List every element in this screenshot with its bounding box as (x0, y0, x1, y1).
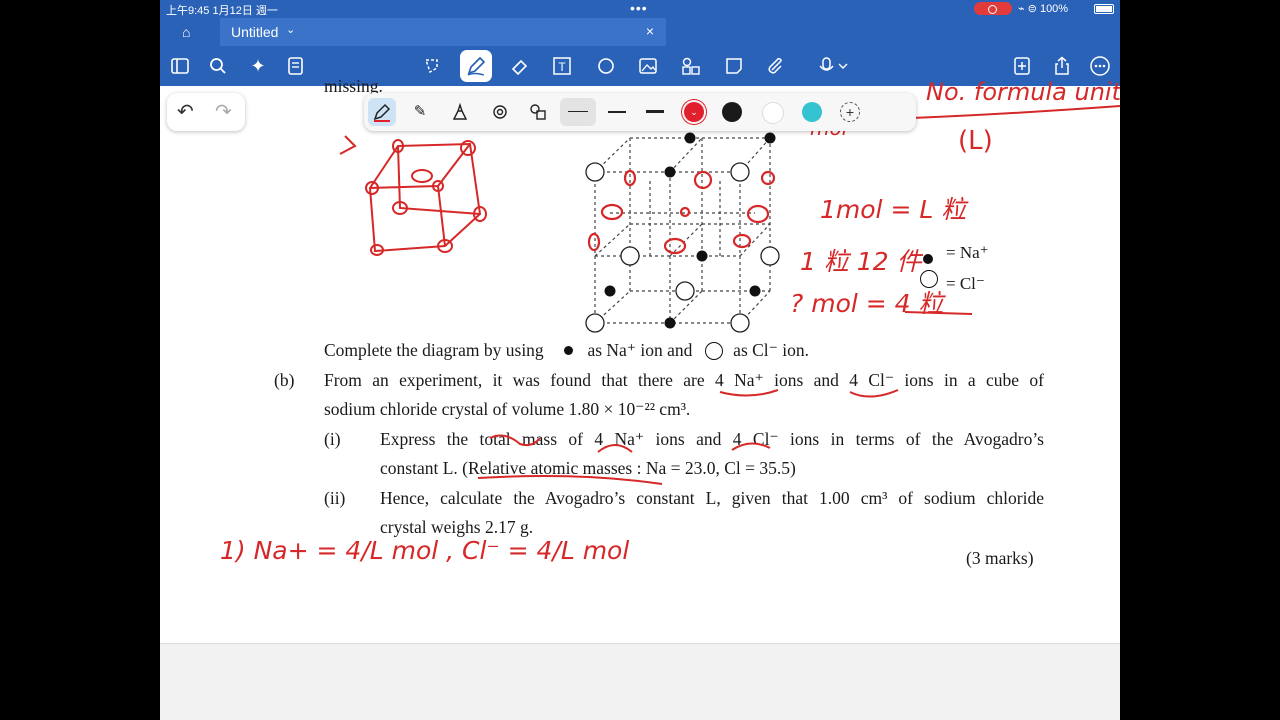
tab-bar: ⌂ Untitled ⌄ × (160, 18, 1120, 46)
shape-icon[interactable] (592, 52, 620, 80)
app-screen: 上午9:45 1月12日 週一 ••• ⌁ ⊜ 100% ⌂ Untitled … (160, 0, 1120, 720)
sticky-note-icon[interactable] (720, 52, 748, 80)
close-tab-icon[interactable]: × (646, 23, 654, 39)
document-page[interactable]: missing. = Na⁺ = Cl⁻ Complete the diagra… (160, 76, 1120, 643)
add-page-icon[interactable] (1008, 52, 1036, 80)
status-time: 上午9:45 1月12日 週一 (166, 5, 278, 17)
color-white-swatch[interactable] (762, 102, 784, 124)
gray-canvas-below (160, 643, 1120, 720)
pen-icon[interactable] (460, 50, 492, 82)
undo-icon[interactable]: ↶ (177, 99, 194, 124)
chevron-down-icon[interactable]: ⌄ (286, 23, 295, 36)
add-color-icon[interactable]: + (840, 102, 860, 122)
stroke-thick-option[interactable] (646, 110, 664, 113)
fine-pen-icon[interactable] (368, 98, 396, 126)
multitask-dots[interactable]: ••• (630, 0, 648, 16)
laser-pointer-icon[interactable] (486, 98, 514, 126)
lasso-icon[interactable] (418, 52, 446, 80)
status-right: ⌁ ⊜ 100% (1018, 3, 1069, 15)
chevron-down-icon: ⌄ (690, 107, 698, 117)
stroke-thin-option[interactable] (560, 98, 596, 126)
hw-underlines (477, 105, 1120, 485)
eraser-icon[interactable] (506, 52, 534, 80)
color-red-swatch[interactable]: ⌄ (684, 102, 704, 122)
search-icon[interactable] (204, 52, 232, 80)
home-icon[interactable]: ⌂ (182, 24, 190, 40)
note-icon[interactable] (282, 52, 310, 80)
handwritten-notes: No. formula unit mol (L) 1mol = L 粒 1 粒 … (160, 78, 1120, 643)
undo-redo-panel: ↶ ↷ (167, 93, 245, 131)
status-bar: 上午9:45 1月12日 週一 ••• ⌁ ⊜ 100% (160, 0, 1120, 18)
tab-title: Untitled (231, 24, 279, 40)
svg-text:T: T (558, 60, 566, 74)
shape-pen-icon[interactable] (524, 98, 552, 126)
screen-record-icon[interactable] (974, 2, 1012, 15)
highlighter-icon[interactable] (446, 98, 474, 126)
redo-icon[interactable]: ↷ (215, 99, 232, 124)
pen-toolbox: ✎ ⌄ + (364, 93, 916, 131)
brush-pen-icon[interactable]: ✎ (406, 98, 434, 126)
textbox-icon[interactable]: T (548, 52, 576, 80)
stroke-medium-option[interactable] (608, 111, 626, 113)
attach-icon[interactable] (762, 52, 790, 80)
image-icon[interactable] (634, 52, 662, 80)
sparkle-icon[interactable]: ✦ (244, 52, 272, 80)
microphone-icon[interactable] (816, 52, 852, 80)
color-black-swatch[interactable] (722, 102, 742, 122)
shapes-icon[interactable] (677, 52, 705, 80)
color-teal-swatch[interactable] (802, 102, 822, 122)
share-icon[interactable] (1048, 52, 1076, 80)
more-icon[interactable] (1086, 52, 1114, 80)
sidebar-icon[interactable] (166, 52, 194, 80)
tab-untitled[interactable]: Untitled ⌄ × (220, 18, 666, 46)
battery-icon (1094, 4, 1114, 14)
